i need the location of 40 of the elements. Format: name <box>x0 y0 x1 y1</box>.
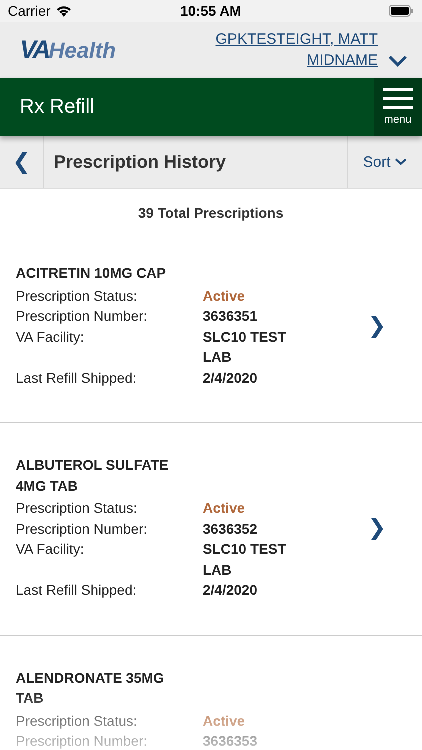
field-value: 2/4/2020 <box>203 368 258 388</box>
field-label: Last Refill Shipped: <box>16 368 138 388</box>
drug-name: ALENDRONATE 35MG TAB <box>16 668 166 708</box>
field-value: 3636353 <box>203 732 259 750</box>
open-details-button[interactable]: ❯ <box>364 312 390 338</box>
chevron-down-icon[interactable] <box>388 55 408 67</box>
drug-name: ALBUTEROL SULFATE 4MG TAB <box>16 456 170 496</box>
field-label: VA Facility: <box>16 540 86 559</box>
field-label: Prescription Number: <box>16 307 148 326</box>
field-label: Prescription Number: <box>16 732 148 750</box>
battery-icon <box>389 5 414 17</box>
total-count: 39 Total Prescriptions <box>137 204 285 223</box>
chevron-down-icon[interactable] <box>394 158 407 166</box>
user-name-link[interactable]: GPKTESTEIGHT, MATT MIDNAME <box>178 29 378 71</box>
field-label: VA Facility: <box>16 328 86 347</box>
menu-button[interactable]: menu <box>374 78 422 136</box>
field-value: 3636352 <box>203 520 259 538</box>
field-value: 3636351 <box>203 307 259 326</box>
drug-name: ACITRETIN 10MG CAP <box>16 264 168 283</box>
status-value: Active <box>203 499 246 518</box>
section-title: Prescription History <box>53 152 228 172</box>
field-value: SLC10 TEST LAB <box>203 540 288 580</box>
field-label: Prescription Status: <box>16 712 138 731</box>
page-title: Rx Refill <box>19 96 94 118</box>
field-value: 2/4/2020 <box>203 581 258 600</box>
sort-button[interactable]: Sort <box>347 136 422 188</box>
clock-time: 10:55 AM <box>180 3 242 19</box>
field-label: Prescription Number: <box>16 520 148 539</box>
field-label: Prescription Status: <box>16 286 138 306</box>
va-health-logo: VAHealth <box>20 36 116 64</box>
carrier-label: Carrier <box>8 3 51 19</box>
field-value: SLC10 TEST LAB <box>203 328 288 367</box>
open-details-button[interactable]: ❯ <box>364 514 390 541</box>
back-button[interactable]: ❮ <box>0 136 44 188</box>
field-label: Last Refill Shipped: <box>16 581 138 600</box>
menu-icon[interactable] <box>383 88 413 110</box>
status-value: Active <box>203 286 246 306</box>
field-label: Prescription Status: <box>16 499 138 518</box>
status-value: Active <box>203 712 246 730</box>
wifi-icon <box>56 5 72 17</box>
